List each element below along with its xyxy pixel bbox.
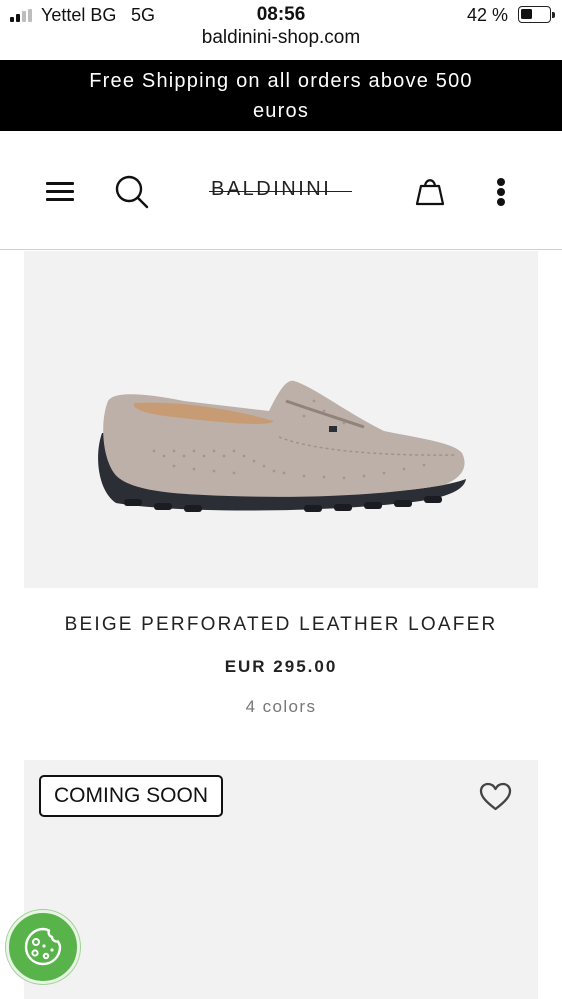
status-bar: Yettel BG 5G 08:56 42 % (0, 0, 562, 30)
cookie-icon (24, 927, 62, 966)
search-icon[interactable] (114, 174, 150, 210)
shopping-bag-icon[interactable] (413, 174, 447, 208)
menu-icon[interactable] (46, 182, 74, 202)
product-image[interactable] (24, 251, 538, 588)
site-header: BALDININI (0, 131, 562, 250)
product-color-count[interactable]: 4 colors (0, 697, 562, 717)
product-price: EUR 295.00 (224, 657, 338, 676)
brand-logo[interactable]: BALDININI (209, 178, 352, 201)
url-bar[interactable]: baldinini-shop.com (0, 27, 562, 49)
coming-soon-badge: COMING SOON (39, 775, 224, 817)
loafer-image (98, 380, 466, 512)
more-icon[interactable] (496, 178, 506, 206)
battery-percentage: 42 % (467, 5, 509, 25)
battery-icon (518, 6, 555, 23)
cookie-settings-button[interactable] (6, 910, 80, 984)
product-name[interactable]: BEIGE PERFORATED LEATHER LOAFER (0, 614, 562, 636)
promo-banner: Free Shipping on all orders above 500 eu… (0, 60, 562, 131)
heart-icon[interactable] (479, 782, 512, 812)
brand-logo-text: BALDININI (211, 178, 332, 200)
product-card[interactable]: COMING SOON (24, 760, 538, 999)
